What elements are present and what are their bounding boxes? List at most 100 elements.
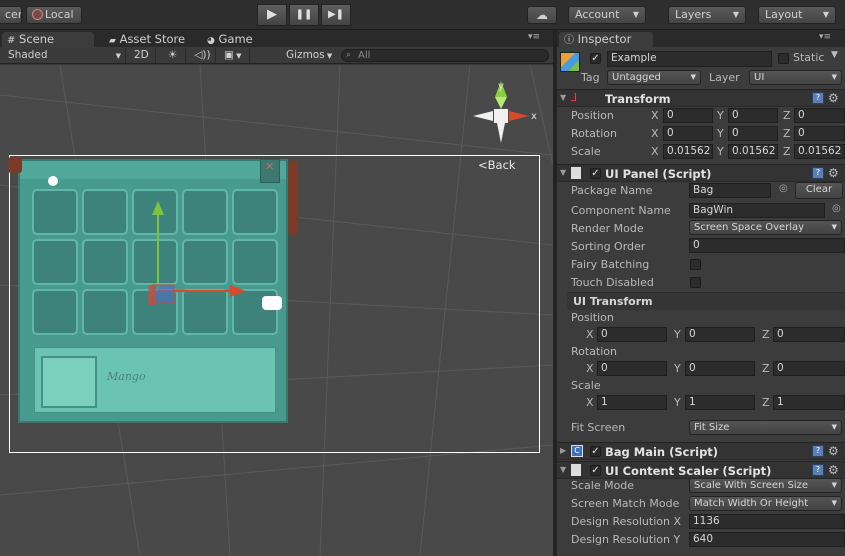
scale-x-value: 0.01562 xyxy=(667,145,711,157)
2d-toggle[interactable]: 2D xyxy=(130,48,156,63)
gear-icon[interactable]: ⚙ xyxy=(828,91,839,105)
fairy-batching-label: Fairy Batching xyxy=(571,258,650,271)
ui-scale-x-field[interactable]: 1 xyxy=(597,395,667,410)
tab-game[interactable]: ◕ Game xyxy=(202,32,259,48)
bag-main-enabled-checkbox[interactable]: ✓ xyxy=(590,446,601,457)
z-axis-label: Z xyxy=(783,145,791,158)
package-name-label: Package Name xyxy=(571,184,653,197)
clear-button[interactable]: Clear xyxy=(795,182,843,199)
bag-main-header[interactable]: ▶ C ✓ Bag Main (Script) ? ⚙ xyxy=(557,442,845,460)
design-resolution-x-field[interactable]: 1136 xyxy=(689,514,845,529)
account-dropdown[interactable]: Account ▼ xyxy=(568,6,646,24)
scale-z-field[interactable]: 0.01562 xyxy=(794,144,845,159)
layout-dropdown[interactable]: Layout ▼ xyxy=(758,6,836,24)
object-picker-icon[interactable]: ◎ xyxy=(832,203,841,214)
help-icon[interactable]: ? xyxy=(812,167,824,179)
fit-screen-dropdown[interactable]: Fit Size ▼ xyxy=(689,420,842,435)
effects-dropdown[interactable]: ▣ ▼ xyxy=(220,48,250,63)
scale-y-value: 0.01562 xyxy=(732,145,776,157)
local-global-button[interactable]: Local xyxy=(26,6,82,24)
content-scaler-enabled-checkbox[interactable]: ✓ xyxy=(590,465,601,476)
chevron-down-icon: ▼ xyxy=(233,52,242,60)
audio-toggle[interactable]: ◁)) xyxy=(190,48,216,63)
ui-rotation-z-field[interactable]: 0 xyxy=(773,361,845,376)
object-name-field[interactable]: Example xyxy=(607,51,772,67)
step-button[interactable]: ▶❚ xyxy=(321,4,351,26)
tab-asset-store[interactable]: ▰ Asset Store xyxy=(104,32,191,48)
position-x-field[interactable]: 0 xyxy=(663,108,713,123)
layer-dropdown[interactable]: UI ▼ xyxy=(749,70,842,85)
scene-viewport[interactable]: <Back ✕ Mango y x xyxy=(0,65,553,556)
ui-rotation-y-value: 0 xyxy=(689,362,696,374)
move-gizmo[interactable] xyxy=(130,195,270,335)
scene-search-input[interactable]: ⌕ All xyxy=(341,49,549,62)
ribbon-decoration xyxy=(288,161,298,235)
content-scaler-header[interactable]: ▼ ✓ UI Content Scaler (Script) ? ⚙ xyxy=(557,461,845,479)
pause-button[interactable]: ❚❚ xyxy=(289,4,319,26)
screen-match-dropdown[interactable]: Match Width Or Height ▼ xyxy=(689,496,842,511)
ui-panel-enabled-checkbox[interactable]: ✓ xyxy=(590,168,601,179)
package-name-field[interactable]: Bag xyxy=(689,183,771,198)
transform-header[interactable]: ▼ ⅃ Transform ? ⚙ xyxy=(557,89,845,107)
y-axis-label: Y xyxy=(717,127,724,140)
fairy-batching-checkbox[interactable] xyxy=(690,259,701,270)
foldout-arrow-icon[interactable]: ▼ xyxy=(560,465,566,474)
cloud-button[interactable]: ☁ xyxy=(527,6,557,24)
static-dropdown-icon[interactable]: ▼ xyxy=(831,50,838,60)
design-resolution-y-field[interactable]: 640 xyxy=(689,532,845,547)
ui-position-y-field[interactable]: 0 xyxy=(685,327,755,342)
play-button[interactable]: ▶ xyxy=(257,4,287,26)
scale-y-field[interactable]: 0.01562 xyxy=(728,144,778,159)
shading-mode-dropdown[interactable]: Shaded ▼ xyxy=(4,48,126,63)
help-icon[interactable]: ? xyxy=(812,464,824,476)
sorting-order-field[interactable]: 0 xyxy=(689,238,845,253)
rotation-x-field[interactable]: 0 xyxy=(663,126,713,141)
component-name-field[interactable]: BagWin xyxy=(689,203,825,218)
tab-scene[interactable]: # Scene xyxy=(2,32,94,48)
gizmos-dropdown[interactable]: Gizmos ▼ xyxy=(282,48,338,63)
ui-scale-z-field[interactable]: 1 xyxy=(773,395,845,410)
rotation-z-field[interactable]: 0 xyxy=(794,126,845,141)
gear-icon[interactable]: ⚙ xyxy=(828,463,839,477)
layer-label: Layer xyxy=(709,71,740,84)
ui-panel-header[interactable]: ▼ ✓ UI Panel (Script) ? ⚙ xyxy=(557,164,845,182)
render-mode-dropdown[interactable]: Screen Space Overlay ▼ xyxy=(689,220,842,235)
csharp-script-icon: C xyxy=(571,445,583,457)
gear-icon[interactable]: ⚙ xyxy=(828,444,839,458)
active-checkbox[interactable]: ✓ xyxy=(590,53,601,64)
touch-disabled-checkbox[interactable] xyxy=(690,277,701,288)
back-button[interactable]: <Back xyxy=(478,158,516,172)
foldout-arrow-icon[interactable]: ▼ xyxy=(560,93,566,102)
tab-options-icon[interactable]: ▾≡ xyxy=(528,32,540,42)
tag-dropdown[interactable]: Untagged ▼ xyxy=(607,70,701,85)
foldout-arrow-icon[interactable]: ▼ xyxy=(560,168,566,177)
static-checkbox[interactable] xyxy=(778,53,789,64)
lighting-toggle[interactable]: ☀ xyxy=(160,48,186,63)
gear-icon[interactable]: ⚙ xyxy=(828,166,839,180)
help-icon[interactable]: ? xyxy=(812,92,824,104)
pivot-handle[interactable] xyxy=(48,176,58,186)
layers-dropdown[interactable]: Layers ▼ xyxy=(668,6,746,24)
tab-inspector[interactable]: ⓘ Inspector xyxy=(559,32,653,48)
pivot-center-button[interactable]: cer xyxy=(0,6,22,24)
rotation-y-field[interactable]: 0 xyxy=(728,126,778,141)
tab-options-icon[interactable]: ▾≡ xyxy=(819,32,831,42)
y-axis-label: Y xyxy=(717,145,724,158)
object-picker-icon[interactable]: ◎ xyxy=(779,183,788,194)
chevron-down-icon: ▼ xyxy=(831,481,837,489)
ui-scale-y-field[interactable]: 1 xyxy=(685,395,755,410)
axis-y-label: y xyxy=(498,81,504,92)
position-z-field[interactable]: 0 xyxy=(794,108,845,123)
orientation-gizmo[interactable]: y x xyxy=(463,77,553,157)
ui-rotation-y-field[interactable]: 0 xyxy=(685,361,755,376)
scale-mode-dropdown[interactable]: Scale With Screen Size ▼ xyxy=(689,478,842,493)
foldout-arrow-icon[interactable]: ▶ xyxy=(560,446,566,455)
ui-position-x-field[interactable]: 0 xyxy=(597,327,667,342)
scale-x-field[interactable]: 0.01562 xyxy=(663,144,713,159)
object-name-value: Example xyxy=(611,52,657,64)
ui-rotation-x-field[interactable]: 0 xyxy=(597,361,667,376)
ui-position-z-field[interactable]: 0 xyxy=(773,327,845,342)
help-icon[interactable]: ? xyxy=(812,445,824,457)
touch-disabled-label: Touch Disabled xyxy=(571,276,654,289)
position-y-field[interactable]: 0 xyxy=(728,108,778,123)
